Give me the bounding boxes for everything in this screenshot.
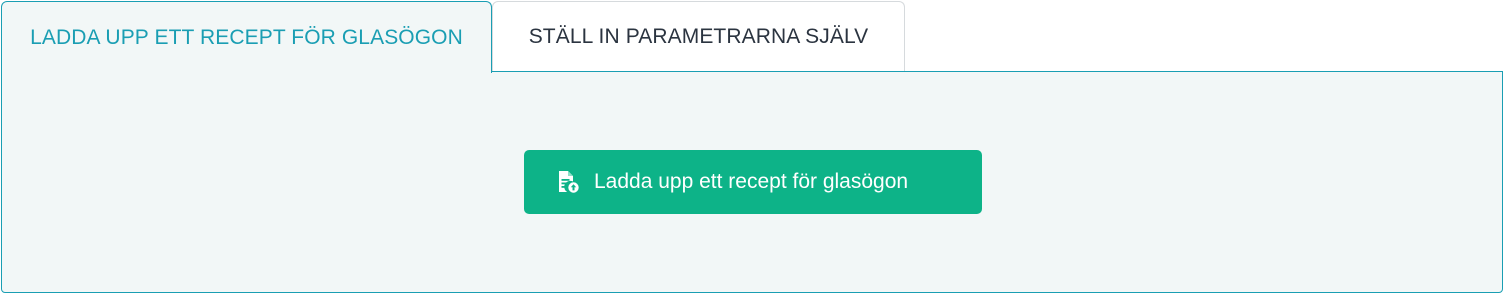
tab-set-parameters-label: STÄLL IN PARAMETRARNA SJÄLV: [528, 24, 869, 48]
file-upload-icon: [556, 170, 580, 194]
upload-prescription-button[interactable]: Ladda upp ett recept för glasögon: [524, 150, 982, 214]
tab-bar: LADDA UPP ETT RECEPT FÖR GLASÖGON STÄLL …: [0, 0, 1504, 73]
tab-set-parameters[interactable]: STÄLL IN PARAMETRARNA SJÄLV: [492, 1, 905, 71]
tab-upload-prescription[interactable]: LADDA UPP ETT RECEPT FÖR GLASÖGON: [1, 1, 492, 73]
tab-panel: Ladda upp ett recept för glasögon: [1, 71, 1503, 293]
tab-upload-prescription-label: LADDA UPP ETT RECEPT FÖR GLASÖGON: [30, 25, 463, 49]
upload-prescription-button-label: Ladda upp ett recept för glasögon: [594, 170, 909, 193]
